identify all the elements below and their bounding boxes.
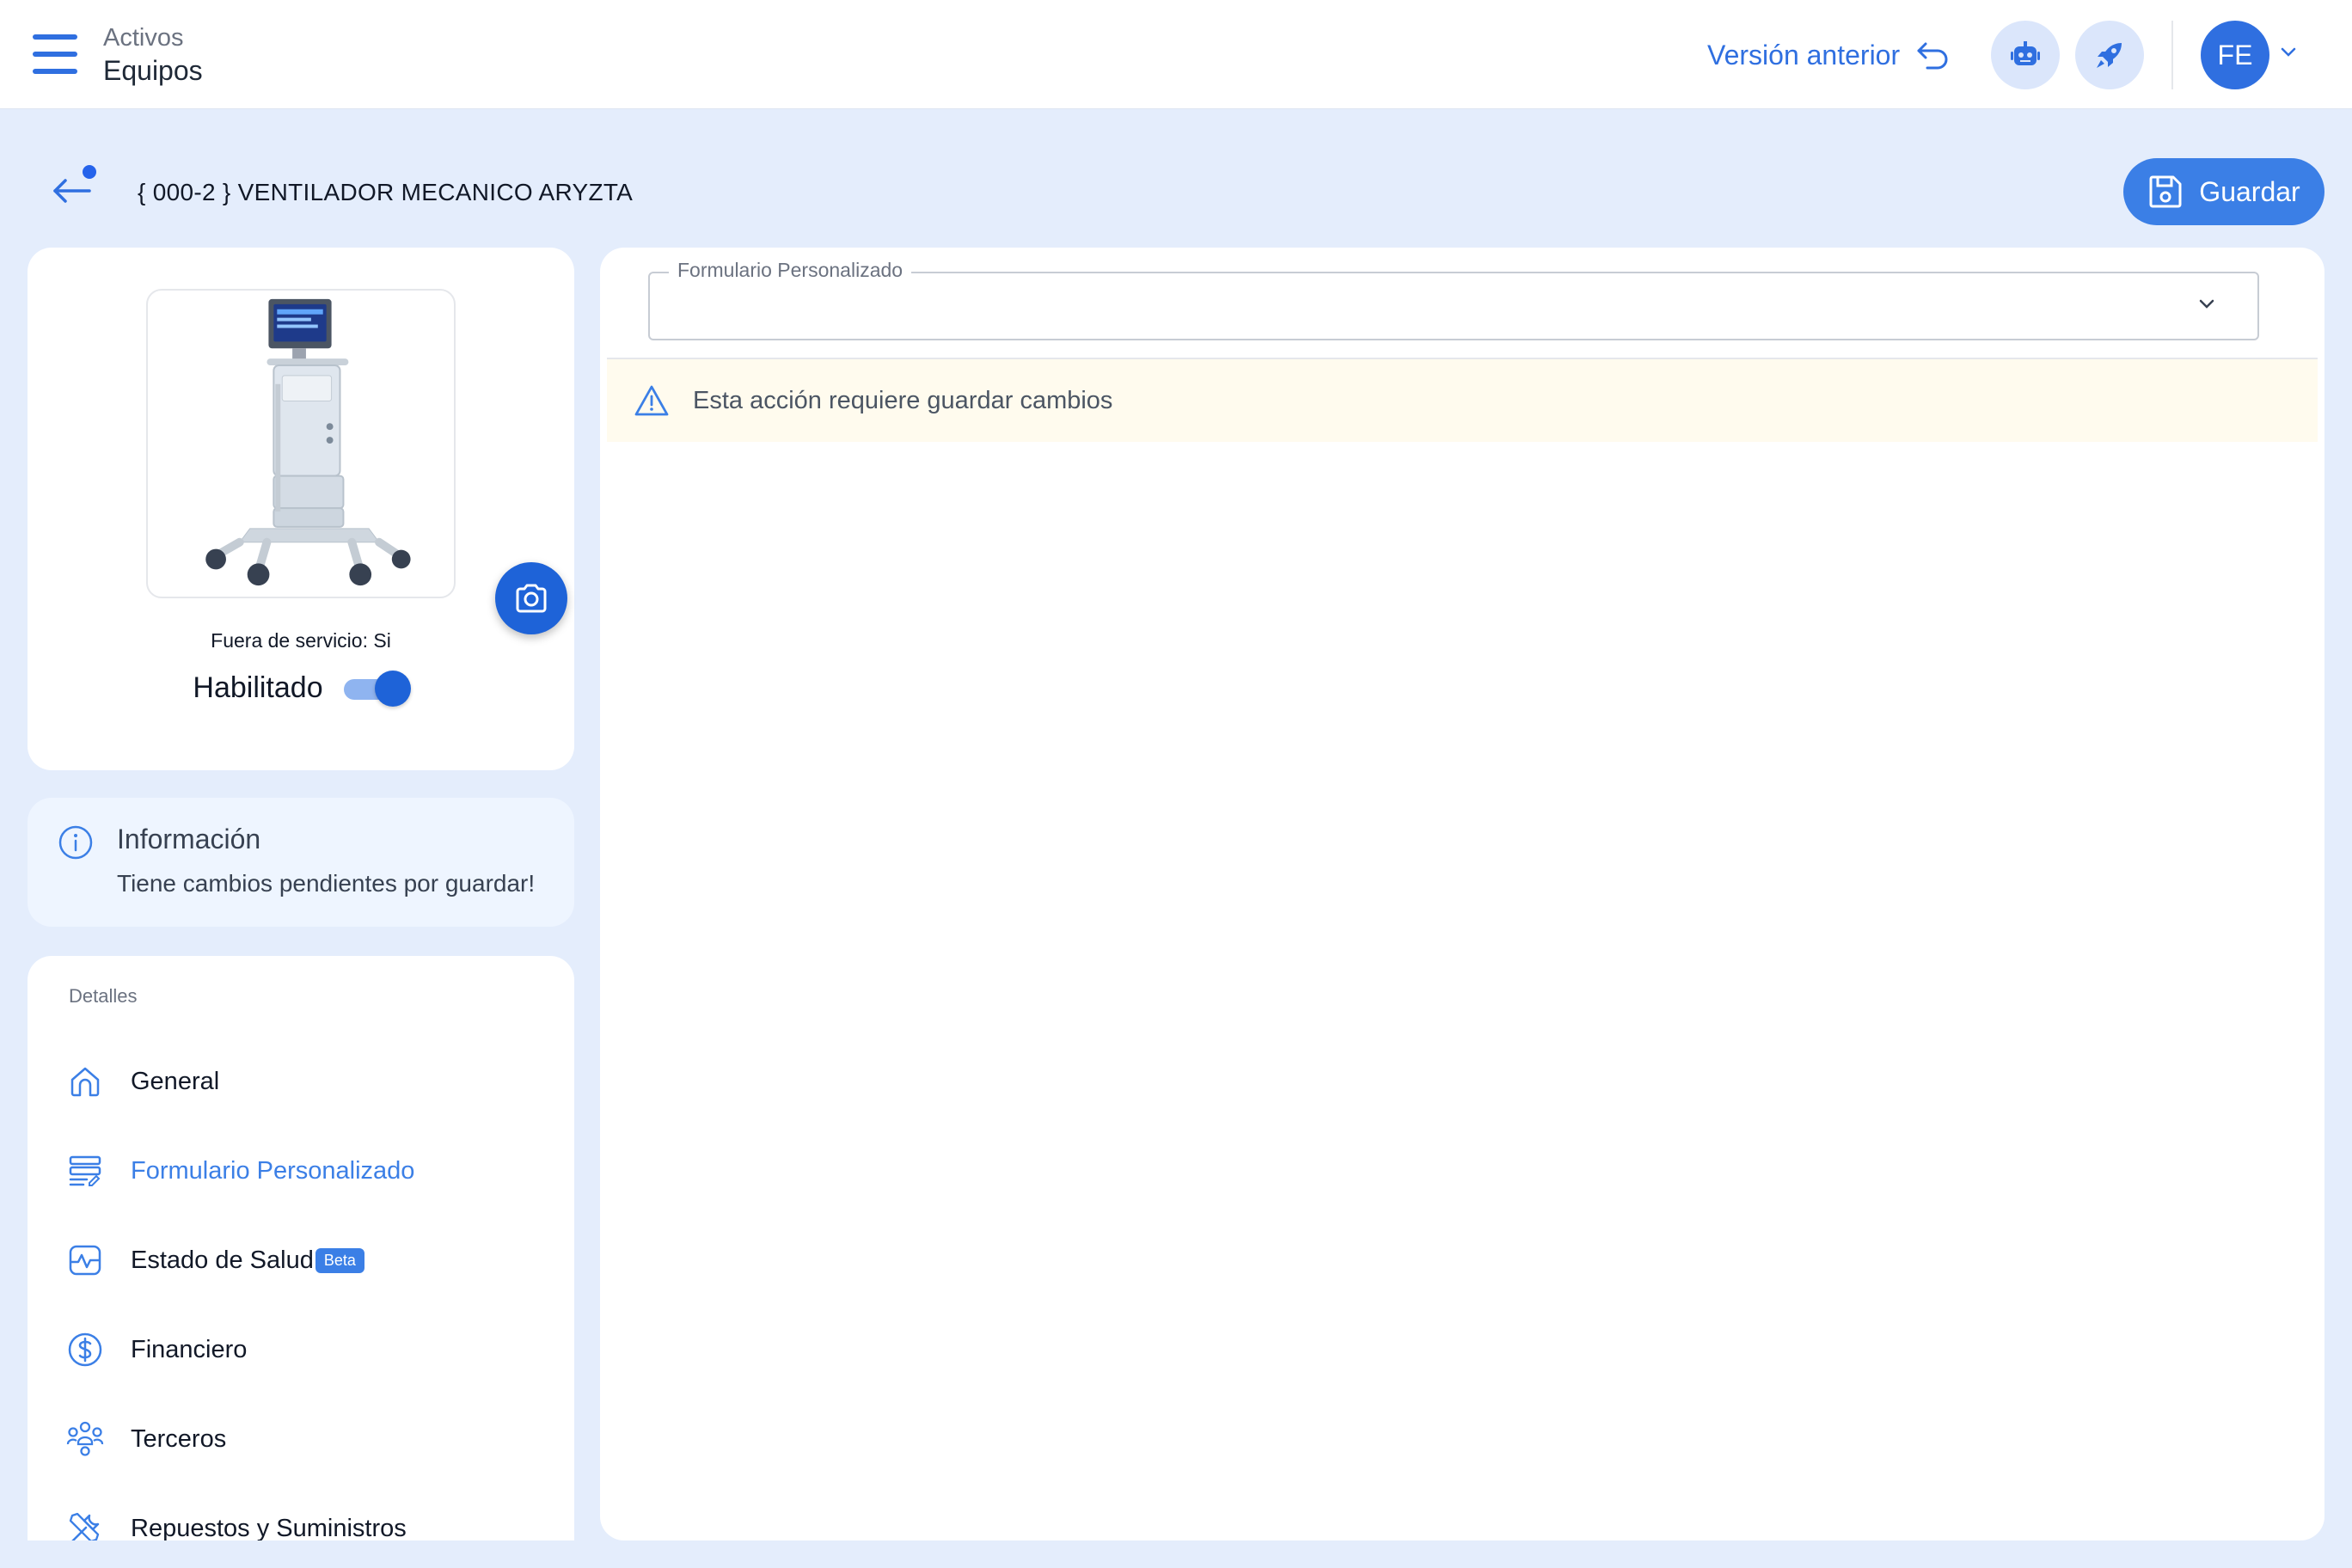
tools-icon <box>69 1512 100 1540</box>
custom-form-select-label: Formulario Personalizado <box>669 259 912 282</box>
info-message: Tiene cambios pendientes por guardar! <box>117 870 536 897</box>
previous-version-label: Versión anterior <box>1707 39 1901 70</box>
details-nav: Detalles General Formulario Personalizad… <box>28 956 574 1540</box>
assistant-button[interactable] <box>1991 21 2060 89</box>
page-title: Equipos <box>103 55 203 86</box>
nav-label-custom-form: Formulario Personalizado <box>131 1156 415 1185</box>
chevron-down-icon[interactable] <box>2280 46 2297 58</box>
home-icon <box>70 1067 100 1097</box>
info-title: Información <box>117 824 261 854</box>
robot-icon <box>2011 41 2040 65</box>
details-label: Detalles <box>69 985 138 1007</box>
header-divider <box>2171 21 2173 89</box>
nav-label-financial: Financiero <box>131 1335 248 1363</box>
custom-form-select[interactable]: Formulario Personalizado <box>648 259 2259 340</box>
save-button-label: Guardar <box>2199 175 2300 207</box>
warning-icon <box>634 385 669 416</box>
floppy-disk-icon <box>2149 175 2182 208</box>
beta-badge: Beta <box>315 1248 364 1274</box>
nav-label-general: General <box>131 1067 220 1095</box>
info-icon <box>58 825 93 860</box>
nav-label-third-parties: Terceros <box>131 1424 227 1453</box>
save-warning-text: Esta acción requiere guardar cambios <box>693 387 1113 414</box>
undo-icon <box>1917 42 1948 70</box>
out-of-service-status: Fuera de servicio: Si <box>211 629 391 652</box>
nav-item-custom-form[interactable]: Formulario Personalizado <box>65 1145 414 1197</box>
previous-version-link[interactable]: Versión anterior <box>1707 34 1950 76</box>
asset-summary-card: Fuera de servicio: Si Habilitado <box>28 248 574 770</box>
menu-icon[interactable] <box>33 34 77 74</box>
save-button[interactable]: Guardar <box>2123 158 2324 225</box>
enabled-toggle[interactable] <box>343 671 411 707</box>
chevron-down-icon <box>2199 299 2214 309</box>
form-icon <box>69 1155 101 1186</box>
people-icon <box>66 1421 104 1456</box>
nav-item-third-parties[interactable]: Terceros <box>65 1413 226 1465</box>
ventilator-image <box>205 298 411 586</box>
enabled-row: Habilitado <box>28 671 574 707</box>
nav-item-health[interactable]: Estado de Salud Beta <box>65 1234 364 1286</box>
dollar-icon <box>68 1332 102 1367</box>
top-bar: Activos Equipos Versión anterior FE <box>0 0 2352 109</box>
nav-item-spare-parts[interactable]: Repuestos y Suministros <box>65 1503 407 1540</box>
save-warning: Esta acción requiere guardar cambios <box>607 359 2318 442</box>
asset-image <box>146 289 567 634</box>
asset-title: { 000-2 } VENTILADOR MECANICO ARYZTA <box>138 179 634 205</box>
nav-item-financial[interactable]: Financiero <box>65 1324 247 1375</box>
camera-icon <box>516 584 547 613</box>
toggle-knob <box>374 671 411 707</box>
enabled-label: Habilitado <box>193 671 323 704</box>
info-card: Información Tiene cambios pendientes por… <box>28 798 574 927</box>
health-icon <box>69 1245 101 1276</box>
nav-item-general[interactable]: General <box>65 1056 219 1107</box>
custom-form-panel: Formulario Personalizado Esta acción req… <box>600 248 2324 1540</box>
launch-button[interactable] <box>2075 21 2144 89</box>
nav-label-health: Estado de Salud <box>131 1246 314 1274</box>
nav-label-spare-parts: Repuestos y Suministros <box>131 1514 407 1541</box>
rocket-icon <box>2097 43 2122 68</box>
breadcrumb-section: Activos <box>103 24 184 52</box>
camera-button[interactable] <box>495 562 567 634</box>
unsaved-indicator <box>83 165 96 179</box>
avatar[interactable]: FE <box>2201 21 2269 89</box>
